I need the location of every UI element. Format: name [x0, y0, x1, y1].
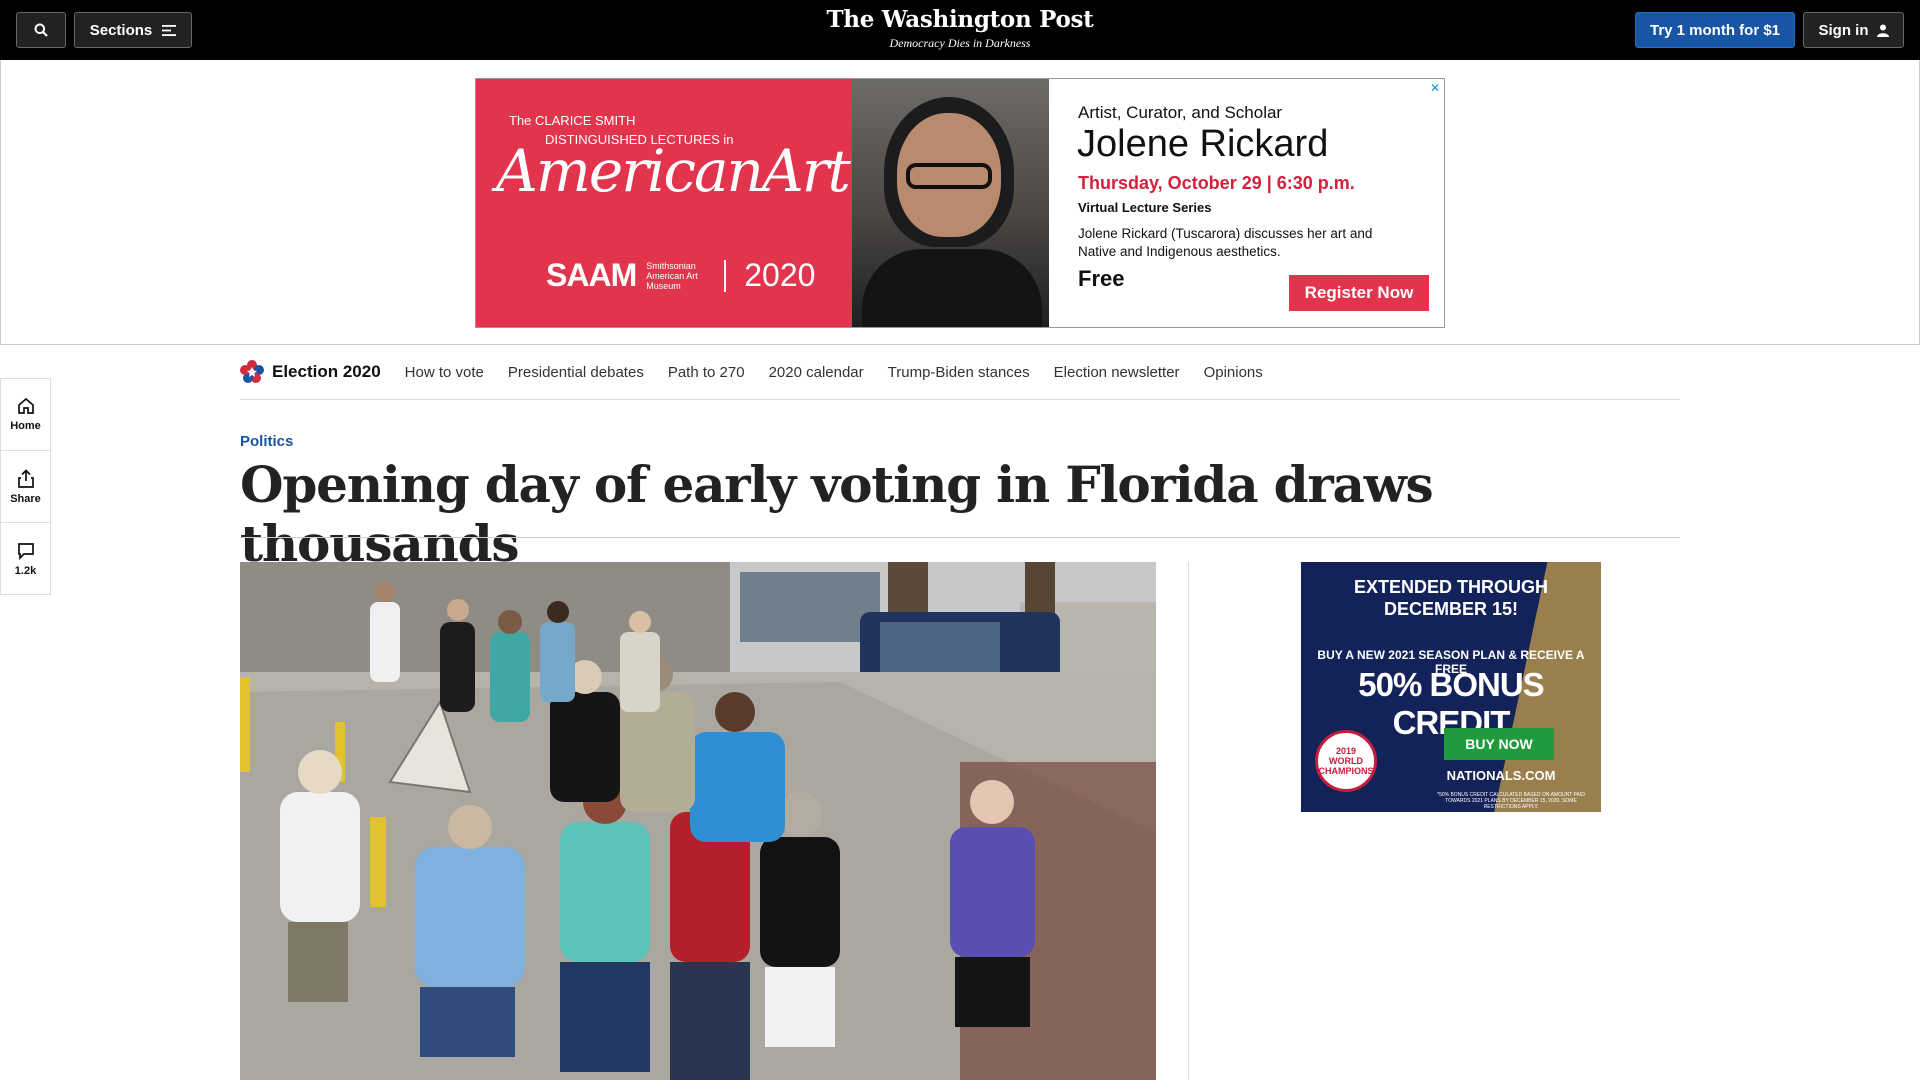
rail-home-button[interactable]: Home — [1, 379, 50, 451]
nav-item-how-to-vote[interactable]: How to vote — [405, 364, 484, 381]
ad-museum-row: SAAM Smithsonian American Art Museum 202… — [546, 257, 815, 294]
ad-close-icon[interactable]: ✕ — [1430, 81, 1440, 95]
signin-button[interactable]: Sign in — [1803, 12, 1904, 48]
election-badge[interactable]: Election 2020 — [240, 360, 381, 384]
ad-fine-print: *50% BONUS CREDIT CALCULATED BASED ON AM… — [1437, 792, 1585, 810]
nav-item-presidential-debates[interactable]: Presidential debates — [508, 364, 644, 381]
subscribe-button[interactable]: Try 1 month for $1 — [1635, 12, 1795, 48]
election-label: Election 2020 — [272, 362, 381, 381]
ad-speaker-name: Jolene Rickard — [1077, 123, 1329, 165]
search-icon — [34, 23, 48, 37]
nav-item-election-newsletter[interactable]: Election newsletter — [1054, 364, 1180, 381]
article-headline: Opening day of early voting in Florida d… — [240, 455, 1434, 573]
ad-year: 2020 — [744, 257, 816, 293]
election-star-icon — [240, 360, 264, 383]
share-icon — [17, 468, 34, 488]
lead-photo — [240, 562, 1156, 1080]
nationals-ad[interactable]: EXTENDED THROUGH DECEMBER 15! BUY A NEW … — [1301, 562, 1601, 812]
ad-headline-2: DECEMBER 15! — [1383, 599, 1519, 619]
left-rail: Home Share 1.2k — [0, 378, 51, 595]
menu-icon — [162, 24, 177, 36]
search-button[interactable] — [16, 12, 66, 48]
ad-lecture-line1: The CLARICE SMITH — [509, 113, 636, 128]
nav-item-2020-calendar[interactable]: 2020 calendar — [769, 364, 864, 381]
ad-headline: EXTENDED THROUGH DECEMBER 15! — [1301, 576, 1601, 620]
nav-item-path-to-270[interactable]: Path to 270 — [668, 364, 745, 381]
rail-share-label: Share — [10, 492, 41, 505]
ad-museum-logo: SAAM — [546, 257, 637, 293]
ad-price: Free — [1078, 266, 1125, 291]
sections-button[interactable]: Sections — [74, 12, 192, 48]
sections-label: Sections — [89, 21, 153, 39]
user-icon — [1876, 24, 1889, 37]
ad-site: NATIONALS.COM — [1446, 768, 1556, 783]
ad-photo-torso — [862, 249, 1042, 327]
rail-share-button[interactable]: Share — [1, 451, 50, 523]
election-nav: Election 2020 How to vote Presidential d… — [240, 345, 1680, 400]
logo-name: The Washington Post — [826, 6, 1094, 33]
voters-line-photo — [240, 562, 1156, 1080]
ad-speaker-photo — [852, 79, 1049, 327]
ad-text-panel: ✕ Artist, Curator, and Scholar Jolene Ri… — [1049, 79, 1444, 327]
ad-description: Jolene Rickard (Tuscarora) discusses her… — [1078, 226, 1373, 259]
home-icon — [17, 397, 34, 414]
nav-item-opinions[interactable]: Opinions — [1204, 364, 1263, 381]
ad-museum-name: Smithsonian American Art Museum — [646, 260, 698, 291]
site-logo[interactable]: The Washington Post Democracy Dies in Da… — [760, 6, 1160, 51]
saam-lecture-ad[interactable]: The CLARICE SMITH DISTINGUISHED LECTURES… — [475, 78, 1445, 328]
rail-home-label: Home — [10, 420, 41, 432]
signin-label: Sign in — [1818, 21, 1869, 39]
masthead: Sections The Washington Post Democracy D… — [0, 0, 1920, 60]
ad-brand-panel: The CLARICE SMITH DISTINGUISHED LECTURES… — [476, 79, 852, 327]
ad-headline-1: EXTENDED THROUGH — [1353, 577, 1548, 597]
rail-comments-button[interactable]: 1.2k — [1, 523, 50, 595]
comment-icon — [17, 542, 34, 560]
logo-tagline: Democracy Dies in Darkness — [889, 36, 1031, 50]
ad-series: Virtual Lecture Series — [1078, 200, 1212, 215]
ad-buy-now-button[interactable]: BUY NOW — [1444, 728, 1554, 760]
ad-script-title: AmericanArt — [496, 137, 851, 205]
world-champions-badge: 2019 WORLD CHAMPIONS — [1315, 730, 1377, 792]
column-divider — [1188, 562, 1189, 1080]
ad-photo-glasses — [906, 163, 992, 189]
ad-register-button[interactable]: Register Now — [1289, 275, 1429, 311]
ad-speaker-role: Artist, Curator, and Scholar — [1078, 103, 1283, 122]
headline-divider — [240, 537, 1680, 538]
ad-divider — [724, 259, 727, 292]
section-kicker[interactable]: Politics — [240, 433, 293, 450]
ad-event-time: Thursday, October 29 | 6:30 p.m. — [1078, 173, 1355, 193]
rail-comments-count: 1.2k — [14, 564, 37, 577]
nav-item-trump-biden-stances[interactable]: Trump-Biden stances — [888, 364, 1030, 381]
